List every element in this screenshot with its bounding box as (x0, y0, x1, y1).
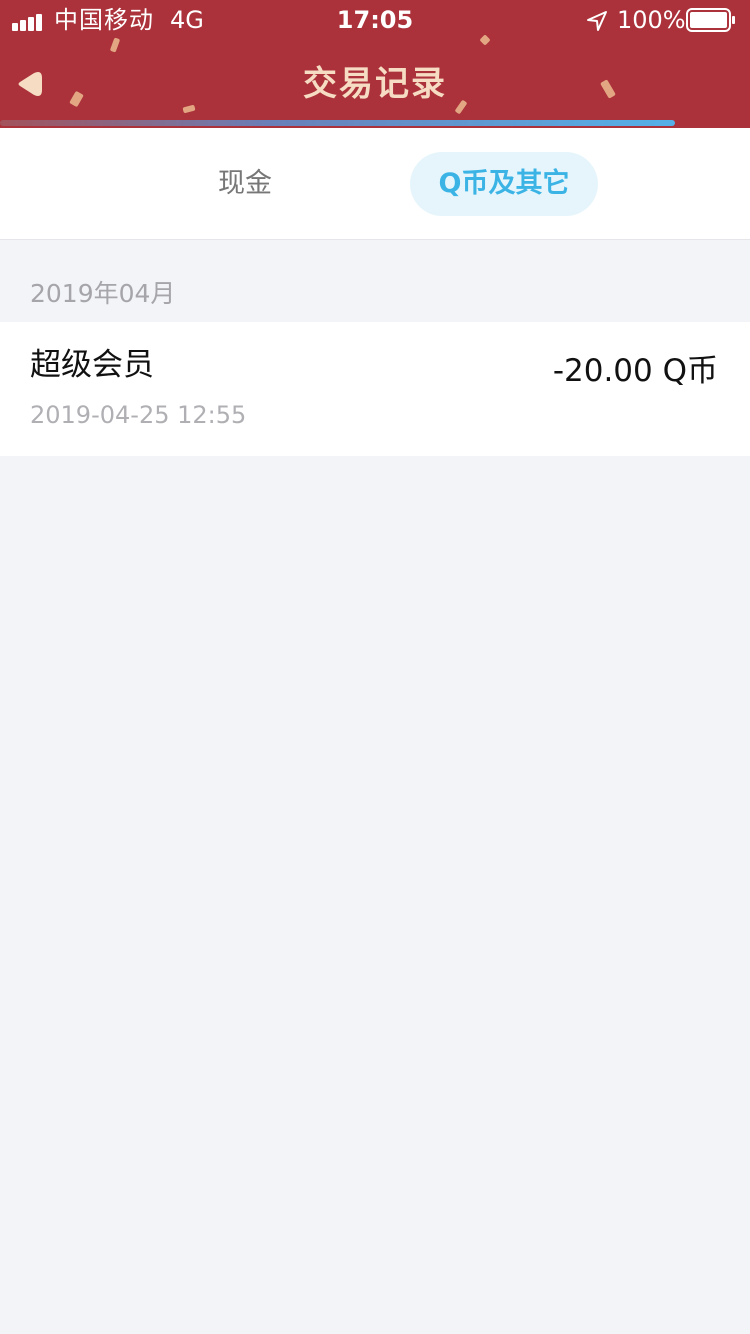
app-header: 中国移动 4G 17:05 100% 交易记录 (0, 0, 750, 128)
loading-progress-bar (0, 120, 750, 128)
status-bar: 中国移动 4G 17:05 100% (0, 0, 750, 40)
tab-bar: 现金 Q币及其它 (0, 128, 750, 240)
battery-icon (686, 8, 735, 32)
page-title: 交易记录 (303, 64, 447, 104)
loading-progress-fill (0, 120, 675, 126)
transaction-list-item[interactable]: 超级会员 2019-04-25 12:55 -20.00 Q币 (0, 322, 750, 456)
tab-cash[interactable]: 现金 (150, 152, 340, 216)
transaction-amount: -20.00 Q币 (552, 353, 718, 389)
battery-percentage: 100% (617, 6, 686, 34)
location-arrow-icon (587, 11, 607, 31)
month-section-header: 2019年04月 (30, 279, 176, 308)
transaction-title: 超级会员 (30, 347, 154, 383)
navigation-bar: 交易记录 (0, 40, 750, 128)
transaction-time: 2019-04-25 12:55 (30, 401, 247, 429)
tab-qcoin-and-others[interactable]: Q币及其它 (410, 152, 598, 216)
